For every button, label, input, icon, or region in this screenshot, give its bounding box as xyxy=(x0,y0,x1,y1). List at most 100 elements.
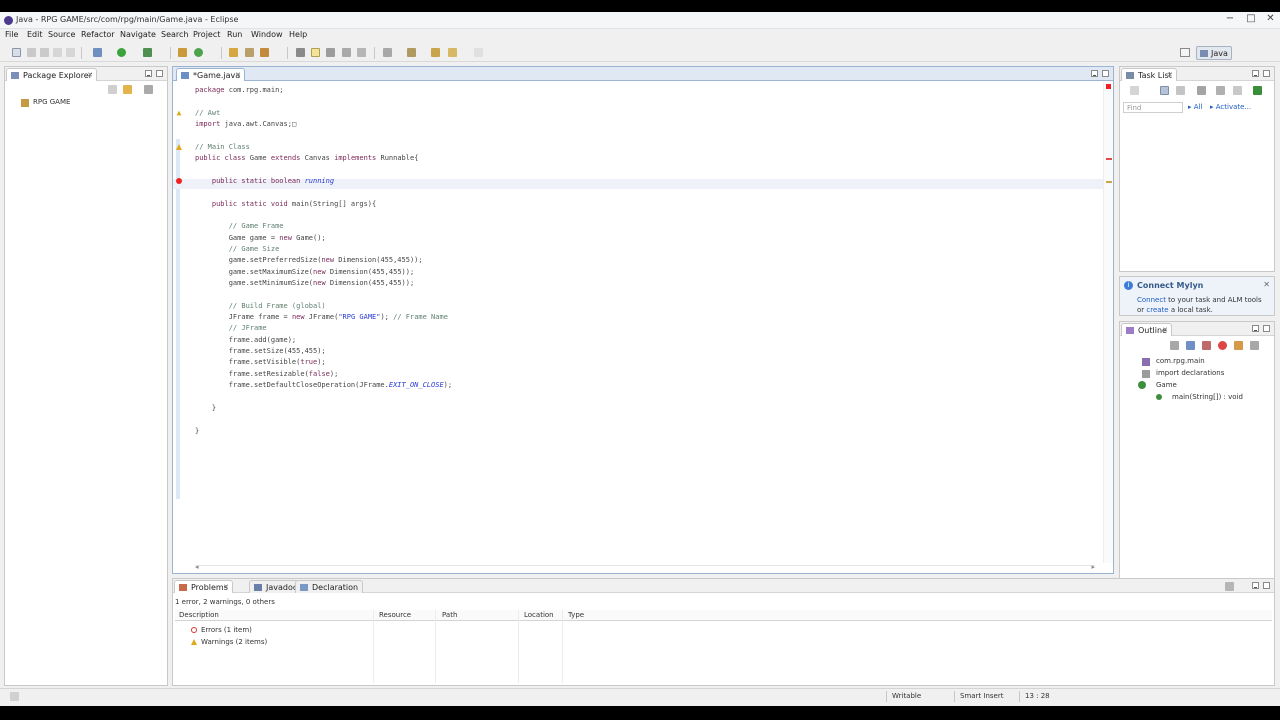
code-line[interactable]: Game game = new Game(); xyxy=(195,233,326,243)
close-icon[interactable]: ✕ xyxy=(87,71,93,79)
tab-outline[interactable]: Outline ✕ xyxy=(1121,323,1172,336)
error-marker-icon[interactable] xyxy=(176,178,182,184)
code-line[interactable]: frame.setVisible(true); xyxy=(195,357,326,367)
debug-icon[interactable] xyxy=(93,48,102,57)
link-with-editor-icon[interactable] xyxy=(1250,341,1259,350)
code-line[interactable]: } xyxy=(195,403,216,413)
save-icon[interactable] xyxy=(27,48,36,57)
close-icon[interactable]: ✕ xyxy=(223,583,229,591)
synchronize-icon[interactable] xyxy=(1233,86,1242,95)
view-menu-icon[interactable] xyxy=(1225,582,1234,591)
save-all-icon[interactable] xyxy=(40,48,49,57)
code-line[interactable]: package com.rpg.main; xyxy=(195,85,284,95)
code-line[interactable]: game.setMaximumSize(new Dimension(455,45… xyxy=(195,267,414,277)
maximize-view-button[interactable] xyxy=(1263,325,1270,332)
create-link[interactable]: create xyxy=(1146,306,1168,314)
column-resource[interactable]: Resource xyxy=(379,611,411,619)
minimize-editor-button[interactable] xyxy=(1091,70,1098,77)
open-folder-icon[interactable] xyxy=(229,48,238,57)
code-line[interactable]: // Main Class xyxy=(195,142,250,152)
tree-item-project[interactable]: RPG GAME xyxy=(33,98,70,106)
connect-link[interactable]: Connect xyxy=(1137,296,1166,304)
task-find-input[interactable]: Find xyxy=(1123,102,1183,113)
new-package-icon[interactable] xyxy=(194,48,203,57)
maximize-view-button[interactable] xyxy=(156,70,163,77)
column-path[interactable]: Path xyxy=(442,611,457,619)
collapse-all-icon[interactable] xyxy=(108,85,117,94)
outline-item-package[interactable]: com.rpg.main xyxy=(1156,357,1205,365)
minimize-view-button[interactable] xyxy=(1252,325,1259,332)
new-task-icon[interactable] xyxy=(1130,86,1139,95)
outline-item-imports[interactable]: import declarations xyxy=(1156,369,1224,377)
horizontal-scrollbar[interactable]: ◂ ▸ xyxy=(195,563,1095,571)
column-type[interactable]: Type xyxy=(568,611,584,619)
toggle-mark-icon[interactable] xyxy=(296,48,305,57)
code-line[interactable]: public static void main(String[] args){ xyxy=(195,199,376,209)
code-line[interactable]: frame.setDefaultCloseOperation(JFrame.EX… xyxy=(195,380,452,390)
last-edit-icon[interactable] xyxy=(431,48,440,57)
minimize-view-button[interactable] xyxy=(1252,70,1259,77)
menu-help[interactable]: Help xyxy=(289,30,307,39)
tools-icon[interactable] xyxy=(260,48,269,57)
block-selection-icon[interactable] xyxy=(357,48,366,57)
next-annotation-icon[interactable] xyxy=(383,48,392,57)
hide-fields-icon[interactable] xyxy=(1186,341,1195,350)
column-location[interactable]: Location xyxy=(524,611,554,619)
menu-source[interactable]: Source xyxy=(48,30,75,39)
new-java-project-icon[interactable] xyxy=(178,48,187,57)
print-icon[interactable] xyxy=(53,48,62,57)
menu-edit[interactable]: Edit xyxy=(27,30,43,39)
close-button[interactable]: ✕ xyxy=(1261,13,1280,27)
tab-problems[interactable]: Problems ✕ xyxy=(174,580,233,593)
scroll-left-icon[interactable]: ◂ xyxy=(195,563,199,571)
code-line[interactable]: public static boolean running xyxy=(195,176,334,186)
menu-refactor[interactable]: Refactor xyxy=(81,30,115,39)
view-menu-icon[interactable] xyxy=(144,85,153,94)
code-line[interactable]: JFrame frame = new JFrame("RPG GAME"); /… xyxy=(195,312,448,322)
column-description[interactable]: Description xyxy=(179,611,219,619)
link-with-editor-icon[interactable] xyxy=(123,85,132,94)
run-icon[interactable] xyxy=(117,48,126,57)
new-icon[interactable] xyxy=(12,48,21,57)
minimize-button[interactable]: − xyxy=(1219,13,1241,27)
code-line[interactable]: // Awt xyxy=(195,108,220,118)
toggle-breadcrumb-icon[interactable] xyxy=(311,48,320,57)
scroll-right-icon[interactable]: ▸ xyxy=(1091,563,1095,571)
menu-search[interactable]: Search xyxy=(161,30,188,39)
code-line[interactable]: import java.awt.Canvas;□ xyxy=(195,119,296,129)
warning-overview-marker[interactable] xyxy=(1106,181,1112,183)
code-line[interactable]: frame.add(game); xyxy=(195,335,296,345)
external-tools-icon[interactable] xyxy=(143,48,152,57)
code-line[interactable]: // Build Frame (global) xyxy=(195,301,326,311)
code-line[interactable]: // Game Size xyxy=(195,244,280,254)
hide-local-types-icon[interactable] xyxy=(1234,341,1243,350)
minimize-view-button[interactable] xyxy=(145,70,152,77)
sort-icon[interactable] xyxy=(1170,341,1179,350)
hide-non-public-icon[interactable] xyxy=(1218,341,1227,350)
tab-declaration[interactable]: Declaration xyxy=(295,580,364,593)
code-line[interactable]: public class Game extends Canvas impleme… xyxy=(195,153,418,163)
java-perspective-button[interactable]: Java xyxy=(1196,46,1232,60)
overview-ruler[interactable] xyxy=(1103,82,1113,563)
collapse-icon[interactable] xyxy=(1216,86,1225,95)
code-line[interactable]: } xyxy=(195,426,199,436)
warning-marker-icon[interactable] xyxy=(176,144,182,150)
close-icon[interactable]: ✕ xyxy=(235,71,241,79)
focus-icon[interactable] xyxy=(1197,86,1206,95)
highlight-icon[interactable] xyxy=(326,48,335,57)
maximize-view-button[interactable] xyxy=(1263,582,1270,589)
menu-project[interactable]: Project xyxy=(193,30,220,39)
filter-all-link[interactable]: ▸ All xyxy=(1188,103,1202,111)
tab-package-explorer[interactable]: Package Explorer ✕ xyxy=(6,68,98,81)
error-overview-marker[interactable] xyxy=(1106,158,1112,160)
maximize-editor-button[interactable] xyxy=(1102,70,1109,77)
scheduled-icon[interactable] xyxy=(1176,86,1185,95)
outline-item-class[interactable]: Game xyxy=(1156,381,1177,389)
code-line[interactable]: game.setPreferredSize(new Dimension(455,… xyxy=(195,255,423,265)
maximize-button[interactable]: □ xyxy=(1241,13,1261,27)
back-icon[interactable] xyxy=(448,48,457,57)
close-icon[interactable]: ✕ xyxy=(1263,280,1270,289)
menu-file[interactable]: File xyxy=(5,30,18,39)
tab-game-java[interactable]: *Game.java ✕ xyxy=(176,68,246,81)
problems-row-errors[interactable]: Errors (1 item) xyxy=(191,626,252,634)
